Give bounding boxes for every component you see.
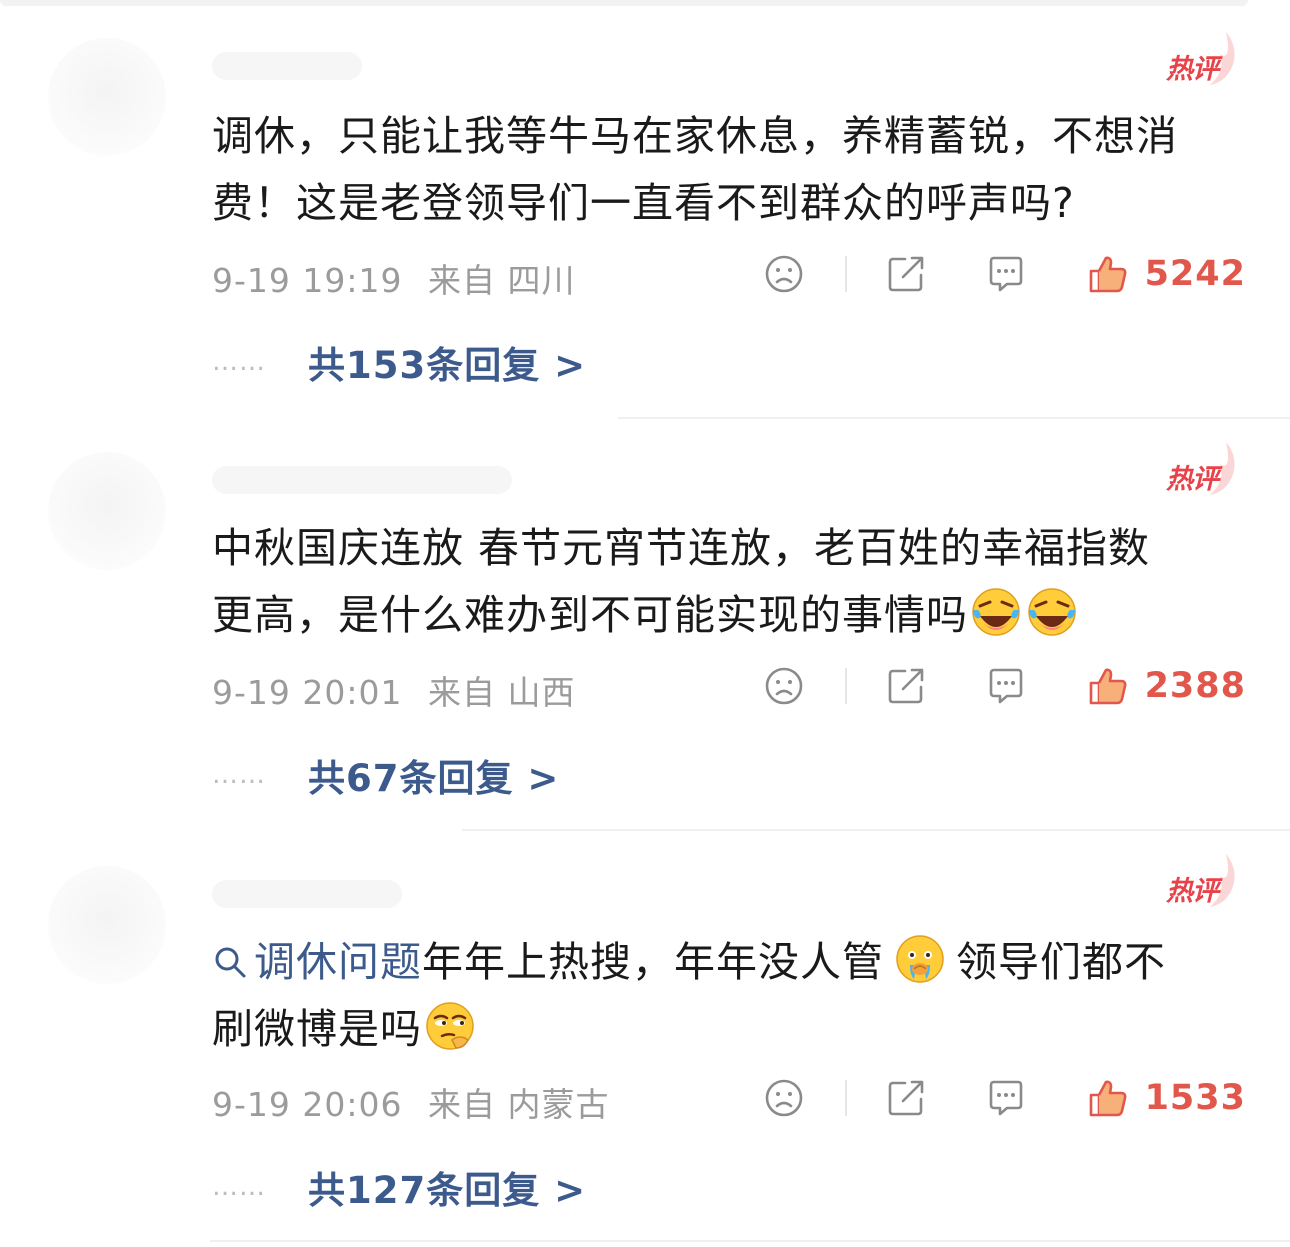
share-icon[interactable] [885, 253, 927, 295]
comment-location: 来自 山西 [428, 673, 576, 712]
username-blurred[interactable] [212, 466, 512, 494]
search-icon [215, 947, 246, 978]
replies-row: …… 共67条回复 > [212, 748, 559, 802]
share-icon[interactable] [885, 665, 927, 707]
topic-link[interactable]: 调休问题 [212, 938, 422, 986]
comment-icon[interactable] [985, 253, 1027, 295]
comment-icon[interactable] [985, 1077, 1027, 1119]
comment-meta: 9-19 20:01 来自 山西 [212, 666, 576, 714]
hot-comment-badge: 热评 [1166, 30, 1240, 90]
comment-text: 调休问题年年上热搜，年年没人管 领导们都不 刷微博是吗 [212, 929, 1252, 1063]
comment-line: 中秋国庆连放 春节元宵节连放，老百姓的幸福指数 [212, 524, 1151, 572]
comment-line: 刷微博是吗 [212, 996, 1252, 1063]
action-divider [844, 1080, 847, 1116]
comment-time: 9-19 20:01 [212, 673, 403, 712]
comment-text: 调休，只能让我等牛马在家休息，养精蓄锐，不想消 费！这是老登领导们一直看不到群众… [212, 103, 1252, 237]
side-eye-emoji-icon [426, 1002, 474, 1050]
comment-meta: 9-19 19:19 来自 四川 [212, 254, 576, 302]
dislike-face-icon[interactable] [763, 665, 805, 707]
like-count: 2388 [1144, 666, 1246, 706]
previous-item-edge [0, 0, 1248, 6]
comment-time: 9-19 20:06 [212, 1085, 403, 1124]
comment-line: 调休问题年年上热搜，年年没人管 领导们都不 [212, 929, 1252, 996]
like-button[interactable]: 2388 [1087, 665, 1246, 707]
thumbs-up-icon [1089, 256, 1127, 293]
comment-location: 来自 内蒙古 [428, 1085, 610, 1124]
comment-text: 中秋国庆连放 春节元宵节连放，老百姓的幸福指数 更高，是什么难办到不可能实现的事… [212, 515, 1252, 649]
comment-meta: 9-19 20:06 来自 内蒙古 [212, 1078, 610, 1126]
view-replies-link[interactable]: 共127条回复 > [308, 1160, 586, 1214]
username-blurred[interactable] [212, 880, 402, 908]
dislike-face-icon[interactable] [763, 1077, 805, 1119]
comment-line: 更高，是什么难办到不可能实现的事情吗 [212, 582, 1252, 649]
like-button[interactable]: 5242 [1087, 253, 1246, 295]
hot-comment-badge: 热评 [1166, 440, 1240, 500]
replies-row: …… 共127条回复 > [212, 1160, 586, 1214]
thumbs-up-icon [1089, 1080, 1127, 1117]
comment-separator [462, 829, 1290, 831]
comment-actions: 1533 [763, 1073, 1246, 1123]
hot-badge-label: 热评 [1166, 54, 1219, 85]
thumbs-up-icon [1089, 668, 1127, 705]
avatar[interactable] [48, 38, 166, 156]
share-icon[interactable] [885, 1077, 927, 1119]
avatar[interactable] [48, 866, 166, 984]
like-button[interactable]: 1533 [1087, 1077, 1246, 1119]
view-replies-link[interactable]: 共67条回复 > [308, 748, 559, 802]
comment-separator [210, 1240, 1290, 1242]
avatar[interactable] [48, 452, 166, 570]
comment-icon[interactable] [985, 665, 1027, 707]
username-blurred[interactable] [212, 52, 362, 80]
comment-actions: 2388 [763, 661, 1246, 711]
hot-badge-label: 热评 [1166, 464, 1219, 495]
like-count: 1533 [1144, 1078, 1246, 1118]
like-count: 5242 [1144, 254, 1246, 294]
dislike-face-icon[interactable] [763, 253, 805, 295]
reply-dots: …… [212, 1172, 266, 1202]
action-divider [844, 256, 847, 292]
sad-cry-emoji-icon [896, 935, 944, 983]
action-divider [844, 668, 847, 704]
reply-dots: …… [212, 347, 266, 377]
comment-line: 费！这是老登领导们一直看不到群众的呼声吗? [212, 179, 1075, 227]
view-replies-link[interactable]: 共153条回复 > [308, 335, 586, 389]
comment-separator [618, 417, 1290, 419]
reply-dots: …… [212, 760, 266, 790]
comment-line: 调休，只能让我等牛马在家休息，养精蓄锐，不想消 [212, 112, 1178, 160]
hot-comment-badge: 热评 [1166, 852, 1240, 912]
comment-actions: 5242 [763, 249, 1246, 299]
replies-row: …… 共153条回复 > [212, 335, 586, 389]
comment-location: 来自 四川 [428, 261, 576, 300]
laugh-cry-emoji-icon [1028, 588, 1076, 636]
hot-badge-label: 热评 [1166, 876, 1219, 907]
laugh-cry-emoji-icon [972, 588, 1020, 636]
comment-time: 9-19 19:19 [212, 261, 403, 300]
